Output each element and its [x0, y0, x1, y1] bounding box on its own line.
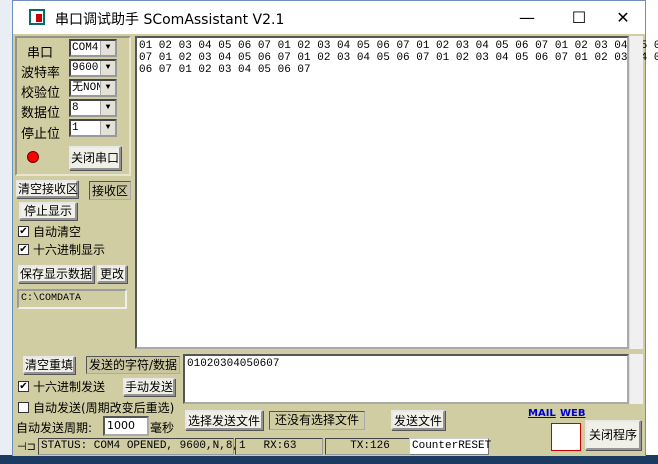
period-input[interactable]: 1000: [103, 416, 149, 436]
baud-label: 波特率: [21, 66, 61, 81]
desktop: [0, 0, 12, 464]
studio-logo-icon: [551, 423, 581, 451]
save-path-field[interactable]: C:\COMDATA: [17, 289, 127, 309]
parity-select[interactable]: 无NONE ▼: [69, 79, 117, 97]
status-text: STATUS: COM4 OPENED, 9600,N,8,1: [38, 438, 246, 455]
receive-line: 06 07 01 02 03 04 05 06 07: [139, 64, 311, 76]
clear-send-button[interactable]: 清空重填: [23, 356, 75, 374]
close-button[interactable]: ✕: [605, 5, 641, 31]
title-bar: 串口调试助手 SComAssistant V2.1 — ☐ ✕: [13, 1, 645, 34]
port-select[interactable]: COM4 ▼: [69, 39, 117, 57]
pin-icon[interactable]: ⊣⊐: [17, 440, 36, 453]
auto-clear-checkbox[interactable]: ✔: [18, 226, 29, 237]
counter-reset-button[interactable]: CounterRESET: [409, 438, 491, 455]
hex-send-label: 十六进制发送: [33, 380, 106, 394]
save-data-button[interactable]: 保存显示数据: [18, 265, 94, 283]
stopbits-select[interactable]: 1 ▼: [69, 119, 117, 137]
receive-line: 01 02 03 04 05 06 07 01 02 03 04 05 06 0…: [139, 40, 658, 52]
hex-display-checkbox[interactable]: ✔: [18, 244, 29, 255]
hex-display-label: 十六进制显示: [33, 243, 106, 257]
window-title: 串口调试助手 SComAssistant V2.1: [55, 12, 285, 28]
mail-link[interactable]: MAIL: [528, 408, 556, 419]
manual-send-button[interactable]: 手动发送: [123, 378, 175, 396]
chevron-down-icon: ▼: [100, 121, 115, 135]
send-textarea[interactable]: 01020304050607: [183, 354, 629, 404]
send-data-label: 发送的字符/数据: [86, 356, 180, 374]
close-program-button[interactable]: 关闭程序: [585, 420, 641, 450]
chevron-down-icon: ▼: [100, 41, 115, 55]
auto-send-checkbox[interactable]: [18, 402, 29, 413]
chevron-down-icon: ▼: [100, 81, 115, 95]
clear-receive-button[interactable]: 清空接收区: [16, 180, 78, 198]
change-path-button[interactable]: 更改: [97, 265, 127, 283]
chevron-down-icon: ▼: [100, 101, 115, 115]
send-scrollbar[interactable]: [629, 354, 643, 404]
close-port-button[interactable]: 关闭串口: [69, 146, 121, 170]
receive-line: 07 01 02 03 04 05 06 07 01 02 03 04 05 0…: [139, 52, 658, 64]
send-file-button[interactable]: 发送文件: [391, 410, 445, 430]
port-settings-panel: 串口 COM4 ▼ 波特率 9600 ▼ 校验位 无NONE ▼ 数据位 8 ▼ 停止位…: [15, 36, 131, 176]
minimize-button[interactable]: —: [509, 5, 545, 31]
period-label: 自动发送周期:: [16, 421, 93, 435]
port-status-led-icon: [27, 151, 39, 163]
hex-send-checkbox[interactable]: ✔: [18, 381, 29, 392]
maximize-button[interactable]: ☐: [561, 5, 597, 31]
port-label: 串口: [27, 46, 54, 61]
app-window: 串口调试助手 SComAssistant V2.1 — ☐ ✕ 串口 COM4 ▼…: [12, 0, 658, 456]
file-name-display: 还没有选择文件: [269, 411, 365, 430]
parity-label: 校验位: [21, 86, 61, 101]
databits-select[interactable]: 8 ▼: [69, 99, 117, 117]
chevron-down-icon: ▼: [100, 61, 115, 75]
receive-textarea[interactable]: 01 02 03 04 05 06 07 01 02 03 04 05 06 0…: [135, 36, 658, 349]
choose-file-button[interactable]: 选择发送文件: [185, 410, 263, 430]
period-unit: 毫秒: [150, 421, 175, 435]
main-body: 串口 COM4 ▼ 波特率 9600 ▼ 校验位 无NONE ▼ 数据位 8 ▼ 停止位…: [13, 34, 658, 456]
databits-label: 数据位: [21, 106, 61, 121]
stop-display-button[interactable]: 停止显示: [19, 202, 77, 220]
stopbits-label: 停止位: [21, 127, 61, 142]
auto-send-label: 自动发送(周期改变后重选): [33, 401, 175, 415]
tx-counter: TX:126: [325, 438, 413, 455]
baud-select[interactable]: 9600 ▼: [69, 59, 117, 77]
app-logo-icon: [29, 9, 45, 25]
rx-counter: RX:63: [235, 438, 323, 455]
web-link[interactable]: WEB: [560, 408, 585, 419]
receive-scrollbar[interactable]: [629, 36, 643, 349]
taskbar: [0, 455, 658, 464]
receive-area-label: 接收区: [89, 181, 132, 200]
auto-clear-label: 自动清空: [33, 225, 82, 239]
